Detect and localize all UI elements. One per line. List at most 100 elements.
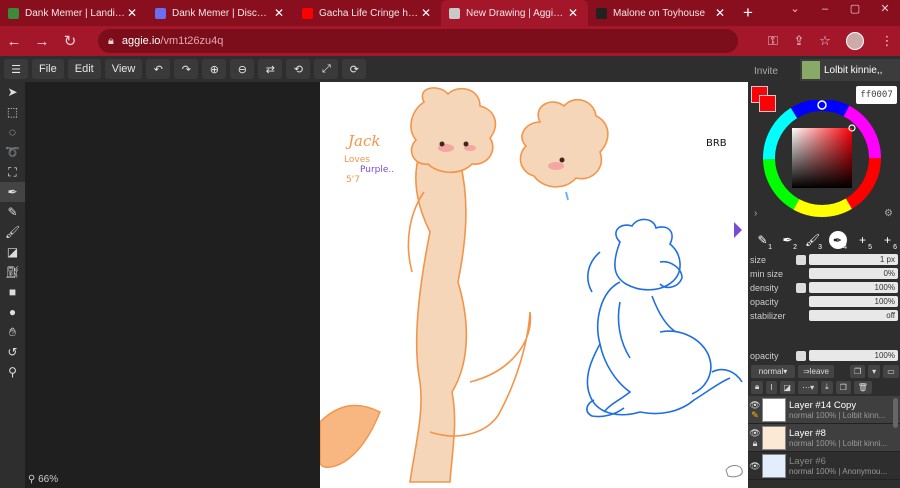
chevron-down-icon[interactable]: ▾ (868, 364, 881, 378)
flip-button[interactable]: ⇄ (258, 59, 283, 79)
close-icon[interactable]: ✕ (125, 6, 139, 20)
copy-icon[interactable]: ❐ (850, 364, 866, 378)
stabilizer-slider[interactable]: stabilizer off (750, 309, 898, 322)
layer-item[interactable]: 👁︎ Layer #6 normal 100% | Anonymou... (748, 452, 900, 480)
rectangle-icon[interactable]: ■ (0, 282, 25, 302)
purple-shape (734, 222, 742, 238)
maximize-icon[interactable]: ▢ (840, 0, 870, 20)
blend-mode-select[interactable]: normal ▾ (751, 364, 795, 378)
density-slider[interactable]: density 100% (750, 281, 898, 294)
new-tab-button[interactable]: + (735, 0, 761, 26)
browser-tab[interactable]: Malone on Toyhouse ✕ (588, 0, 735, 26)
browser-tab[interactable]: Gacha Life Cringe has gone way ✕ (294, 0, 441, 26)
circle-icon[interactable]: ● (0, 302, 25, 322)
tab-favicon-icon (596, 7, 607, 19)
layer-item[interactable]: 👁︎ ✎ Layer #14 Copy normal 100% | Lolbit k… (748, 396, 900, 424)
rect-select-icon[interactable]: ⬚ (0, 102, 25, 122)
minimize-icon[interactable]: – (810, 0, 840, 20)
edit-menu-button[interactable]: Edit (67, 59, 101, 79)
brush-slot[interactable]: ✎ 1 (750, 229, 775, 251)
ellipse-select-icon[interactable]: ◌ (0, 122, 25, 142)
more-vert-icon[interactable]: ⋮ (874, 33, 900, 49)
lasso-icon[interactable]: ➰ (0, 142, 25, 162)
more-icon[interactable]: ⋯▾ (798, 380, 819, 394)
new-layer-icon[interactable]: ▭ (883, 364, 899, 378)
eye-icon[interactable]: 👁︎ (749, 428, 760, 438)
rotate-right-button[interactable]: ⟳ (342, 59, 367, 79)
close-icon[interactable]: ✕ (419, 6, 433, 20)
forward-arrow-icon[interactable]: → (28, 33, 56, 50)
drawing-artwork: Jack Loves Purple.. 5'7 BRB (320, 87, 743, 483)
drawing-canvas[interactable]: Jack Loves Purple.. 5'7 BRB (320, 82, 748, 488)
size-slider[interactable]: size 1 px (750, 253, 898, 266)
eraser-icon[interactable]: ◪ (0, 242, 25, 262)
layer-scrollbar[interactable] (893, 398, 898, 428)
zoom-in-button[interactable]: ⊕ (202, 59, 227, 79)
brush-slot[interactable]: +5 (850, 229, 875, 251)
brush-icon[interactable]: 🖌︎ (0, 222, 25, 242)
fill-icon[interactable]: ⛽︎ (0, 262, 25, 282)
gear-icon: ⚙ (884, 208, 893, 218)
share-icon[interactable]: ⇪ (786, 33, 812, 49)
invite-link[interactable]: Invite (754, 66, 778, 77)
trash-icon[interactable]: 🗑︎ (853, 380, 872, 394)
profile-avatar[interactable] (846, 32, 864, 50)
move-tool-icon[interactable]: ➤ (0, 82, 25, 102)
eyedropper-icon[interactable]: ✒ (0, 182, 25, 202)
brush-slot[interactable]: 🖌︎ 3 (800, 229, 825, 251)
back-arrow-icon[interactable]: ← (0, 33, 28, 50)
rotate-view-icon[interactable]: ↺ (0, 342, 25, 362)
lock-icon: 🔒︎ (108, 34, 114, 47)
hamburger-menu-button[interactable]: ☰ (4, 59, 28, 79)
star-icon[interactable]: ☆ (812, 33, 838, 49)
brush-slot[interactable]: ✒ 2 (775, 229, 800, 251)
text-cursor-icon[interactable]: I (766, 380, 777, 394)
height-text: 5'7 (346, 175, 360, 185)
pressure-checkbox[interactable] (796, 254, 806, 265)
opacity-lock-checkbox[interactable] (796, 350, 806, 361)
close-window-icon[interactable]: ✕ (870, 0, 900, 20)
browser-tab[interactable]: Dank Memer | Landing ✕ (0, 0, 147, 26)
close-icon[interactable]: ✕ (566, 6, 580, 20)
blue-dog-sketch (586, 218, 743, 418)
close-icon[interactable]: ✕ (272, 6, 286, 20)
tab-title: Dank Memer | Discord Bots (172, 7, 272, 19)
fullscreen-button[interactable]: ⤢ (314, 59, 339, 79)
duplicate-icon[interactable]: ❐ (835, 380, 851, 394)
merge-icon[interactable]: ⤓ (821, 380, 833, 394)
pressure-checkbox[interactable] (796, 282, 806, 293)
color-wheel[interactable]: › ⚙ (748, 100, 900, 218)
key-icon[interactable]: ⚿ (760, 33, 786, 49)
undo-button[interactable]: ↶ (146, 59, 171, 79)
pencil-icon[interactable]: ✎ (0, 202, 25, 222)
hand-icon[interactable]: ✋︎ (0, 322, 25, 342)
min-size-slider[interactable]: min size 0% (750, 267, 898, 280)
eraser-icon[interactable]: ◪ (779, 380, 796, 394)
leave-button[interactable]: ⇒ leave (798, 364, 834, 378)
file-menu-button[interactable]: File (32, 59, 64, 79)
layer-opacity-slider[interactable]: opacity 100% (750, 349, 898, 362)
eye-icon[interactable]: 👁︎ (749, 400, 760, 410)
brush-slots: ✎ 1 ✒ 2 🖌︎ 3 ✒ 4 +5 +6 (750, 229, 900, 251)
brush-slot[interactable]: +6 (875, 229, 900, 251)
view-menu-button[interactable]: View (104, 59, 143, 79)
chevron-down-icon[interactable]: ⌄ (780, 0, 810, 20)
close-icon[interactable]: ✕ (713, 6, 727, 20)
redo-button[interactable]: ↷ (174, 59, 199, 79)
name-text: Jack (345, 132, 380, 150)
browser-tab-active[interactable]: New Drawing | Aggie.io ✕ (441, 0, 588, 26)
rotate-left-button[interactable]: ⟲ (286, 59, 311, 79)
transform-icon[interactable]: ⛶ (0, 162, 25, 182)
user-chip[interactable]: Lolbit kinnie,, (800, 59, 900, 81)
layer-item[interactable]: 👁︎ 🔒︎ Layer #8 normal 100% | Lolbit kinni.… (748, 424, 900, 452)
eye-icon[interactable]: 👁︎ (749, 461, 760, 471)
tab-title: Malone on Toyhouse (613, 7, 706, 19)
zoom-out-button[interactable]: ⊖ (230, 59, 255, 79)
opacity-slider[interactable]: opacity 100% (750, 295, 898, 308)
reload-icon[interactable]: ↻ (56, 32, 84, 50)
browser-tab[interactable]: Dank Memer | Discord Bots ✕ (147, 0, 294, 26)
lock-icon[interactable]: 🔒︎ (751, 380, 764, 394)
address-bar[interactable]: 🔒︎ aggie.io/vm1t26zu4q (98, 29, 738, 53)
brush-slot-selected[interactable]: ✒ 4 (825, 229, 850, 251)
zoom-icon[interactable]: ⚲ (0, 362, 25, 382)
